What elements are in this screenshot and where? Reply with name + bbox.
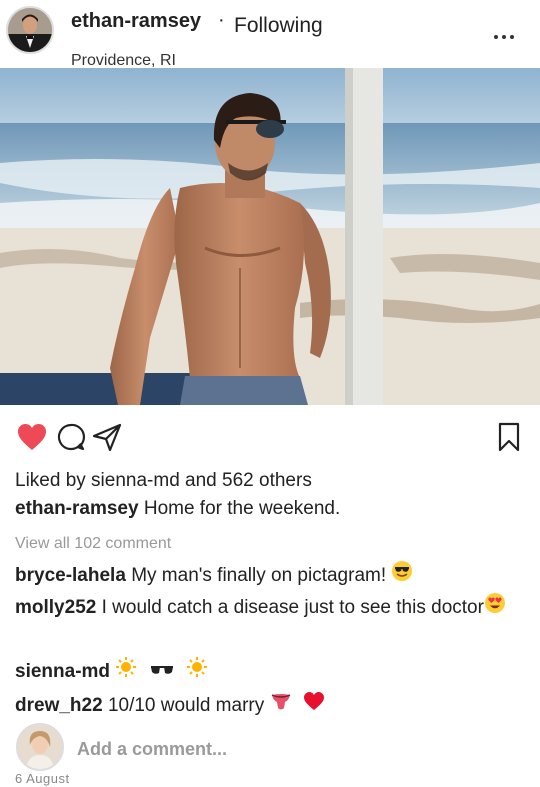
sun-emoji-icon bbox=[186, 656, 208, 688]
post-photo[interactable] bbox=[0, 68, 540, 405]
caption-text: Home for the weekend. bbox=[143, 498, 341, 519]
comment-item: molly252 I would catch a disease just to… bbox=[15, 592, 530, 624]
comment-item: drew_h22 10/10 would marry bbox=[15, 690, 530, 722]
liker-username[interactable]: sienna-md bbox=[91, 470, 180, 491]
heart-filled-icon[interactable] bbox=[16, 422, 48, 457]
caption-username[interactable]: ethan-ramsey bbox=[15, 498, 139, 519]
likes-prefix: Liked by bbox=[15, 470, 92, 491]
post-date: 6 August bbox=[15, 771, 70, 786]
comment-item: bryce-lahela My man's finally on pictagr… bbox=[15, 560, 530, 592]
comment-username[interactable]: sienna-md bbox=[15, 661, 110, 682]
comment-bubble-icon[interactable] bbox=[56, 422, 86, 457]
author-username[interactable]: ethan-ramsey bbox=[71, 10, 201, 33]
comment-text: I would catch a disease just to see this… bbox=[101, 597, 484, 619]
comment-text: 10/10 would marry bbox=[107, 695, 265, 717]
comment-username[interactable]: bryce-lahela bbox=[15, 565, 126, 586]
tongue-emoji-icon bbox=[270, 690, 292, 722]
comment-text: My man's finally on pictagram! bbox=[131, 565, 387, 587]
likes-summary[interactable]: Liked by sienna-md and 562 others bbox=[15, 470, 312, 492]
comment-item: sienna-md bbox=[15, 656, 530, 688]
add-comment-input[interactable] bbox=[77, 736, 517, 762]
likes-count[interactable]: 562 others bbox=[222, 470, 312, 491]
comment-username[interactable]: drew_h22 bbox=[15, 695, 103, 716]
paper-plane-icon[interactable] bbox=[91, 422, 123, 457]
sunglasses-emoji-icon bbox=[149, 657, 175, 687]
heart-eyes-emoji-icon bbox=[484, 592, 506, 624]
sun-emoji-icon bbox=[115, 656, 137, 688]
current-user-avatar bbox=[16, 723, 64, 771]
caption: ethan-ramsey Home for the weekend. bbox=[15, 498, 340, 520]
post-header: ethan-ramsey · Following Providence, RI bbox=[0, 0, 540, 69]
separator-dot: · bbox=[218, 9, 225, 31]
bookmark-icon[interactable] bbox=[497, 422, 521, 457]
view-all-comments-link[interactable]: View all 102 comment bbox=[15, 535, 171, 553]
follow-status-button[interactable]: Following bbox=[234, 14, 323, 38]
sunglasses-emoji-icon bbox=[391, 560, 413, 592]
author-avatar[interactable] bbox=[6, 6, 54, 54]
ellipsis-icon[interactable] bbox=[494, 30, 518, 42]
post-actions-bar bbox=[0, 418, 540, 454]
red-heart-emoji-icon bbox=[303, 691, 325, 721]
likes-middle: and bbox=[179, 470, 223, 491]
comment-username[interactable]: molly252 bbox=[15, 597, 96, 618]
